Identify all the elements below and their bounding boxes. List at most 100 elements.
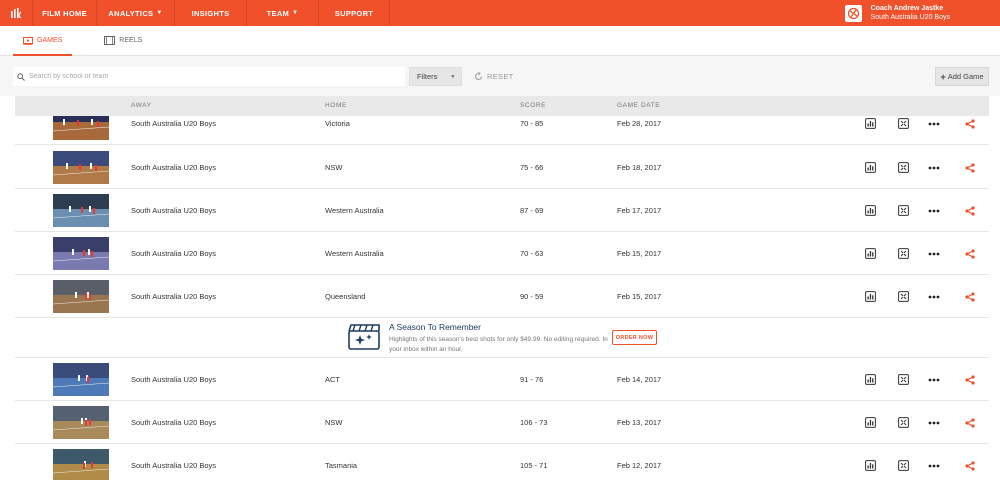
table-row[interactable]: South Australia U20 Boys Western Australi… xyxy=(15,232,989,275)
search-input[interactable] xyxy=(29,73,399,80)
table-row[interactable]: South Australia U20 Boys NSW 106 - 73 Feb 1… xyxy=(15,401,989,444)
tab-label: GAMES xyxy=(37,37,63,44)
film-icon[interactable] xyxy=(897,162,909,174)
stats-icon[interactable] xyxy=(864,162,876,174)
share-icon[interactable] xyxy=(964,460,976,472)
nav-support[interactable]: SUPPORT xyxy=(318,0,390,26)
reset-button[interactable]: RESET xyxy=(474,67,514,86)
stats-icon[interactable] xyxy=(864,374,876,386)
add-game-button[interactable]: + Add Game xyxy=(935,67,989,86)
table-row[interactable]: South Australia U20 Boys Tasmania 105 - 71… xyxy=(15,444,989,480)
game-score: 70 - 85 xyxy=(520,119,544,128)
games-table-body: South Australia U20 Boys Victoria 70 - 85 F… xyxy=(15,116,989,480)
game-thumbnail[interactable] xyxy=(53,116,109,140)
game-thumbnail[interactable] xyxy=(53,237,109,270)
chevron-down-icon: ▼ xyxy=(156,10,163,16)
film-icon[interactable] xyxy=(897,205,909,217)
stats-icon[interactable] xyxy=(864,291,876,303)
share-icon[interactable] xyxy=(964,118,976,130)
share-icon[interactable] xyxy=(964,205,976,217)
share-icon[interactable] xyxy=(964,162,976,174)
video-icon xyxy=(23,36,33,45)
more-icon[interactable] xyxy=(928,374,940,386)
home-team: Tasmania xyxy=(325,461,358,470)
more-icon[interactable] xyxy=(928,118,940,130)
game-thumbnail[interactable] xyxy=(53,406,109,439)
nav-analytics[interactable]: ANALYTICS ▼ xyxy=(96,0,174,26)
game-thumbnail[interactable] xyxy=(53,363,109,396)
game-thumbnail[interactable] xyxy=(53,449,109,480)
nav-label: INSIGHTS xyxy=(191,8,230,18)
chevron-down-icon: ▼ xyxy=(450,73,456,80)
reset-label: RESET xyxy=(487,72,514,81)
game-score: 87 - 69 xyxy=(520,206,544,215)
home-team: Victoria xyxy=(325,119,350,128)
game-date: Feb 12, 2017 xyxy=(617,461,662,470)
away-team: South Australia U20 Boys xyxy=(131,119,217,128)
header-score: SCORE xyxy=(520,102,547,109)
away-team: South Australia U20 Boys xyxy=(131,249,217,258)
table-row[interactable]: South Australia U20 Boys Western Australi… xyxy=(15,189,989,232)
home-team: Western Australia xyxy=(325,206,384,215)
more-icon[interactable] xyxy=(928,248,940,260)
film-icon[interactable] xyxy=(897,417,909,429)
film-icon[interactable] xyxy=(897,291,909,303)
add-game-label: Add Game xyxy=(947,72,984,81)
user-menu[interactable]: Coach Andrew Jastke South Australia U20 … xyxy=(844,0,1000,26)
toolbar: Filters ▼ RESET +Add Game xyxy=(0,56,1000,96)
film-icon[interactable] xyxy=(897,248,909,260)
more-icon[interactable] xyxy=(928,162,940,174)
stats-icon[interactable] xyxy=(864,460,876,472)
share-icon[interactable] xyxy=(964,374,976,386)
table-row[interactable]: South Australia U20 Boys Victoria 70 - 85 F… xyxy=(15,116,989,145)
film-icon[interactable] xyxy=(897,374,909,386)
more-icon[interactable] xyxy=(928,205,940,217)
game-score: 105 - 71 xyxy=(520,461,548,470)
team-logo-icon xyxy=(844,4,862,22)
stats-icon[interactable] xyxy=(864,205,876,217)
game-score: 91 - 76 xyxy=(520,375,544,384)
game-date: Feb 14, 2017 xyxy=(617,375,662,384)
header-game-date: GAME DATE xyxy=(617,102,661,109)
nav-team[interactable]: TEAM ▼ xyxy=(246,0,318,26)
stats-icon[interactable] xyxy=(864,417,876,429)
header-home: HOME xyxy=(325,102,347,109)
search-icon xyxy=(17,72,25,81)
game-thumbnail[interactable] xyxy=(53,280,109,313)
more-icon[interactable] xyxy=(928,460,940,472)
tab-games[interactable]: GAMES xyxy=(13,26,73,56)
promo-banner: A Season To Remember Highlights of this s… xyxy=(15,318,989,358)
share-icon[interactable] xyxy=(964,291,976,303)
game-thumbnail[interactable] xyxy=(53,151,109,184)
film-icon[interactable] xyxy=(897,118,909,130)
nav-label: SUPPORT xyxy=(334,8,374,18)
share-icon[interactable] xyxy=(964,417,976,429)
order-now-button[interactable]: ORDER NOW xyxy=(612,330,657,345)
table-row[interactable]: South Australia U20 Boys ACT 91 - 76 Feb 14… xyxy=(15,358,989,401)
game-date: Feb 18, 2017 xyxy=(617,163,662,172)
top-nav: FILM HOME ANALYTICS ▼ INSIGHTS TEAM ▼ SUPP… xyxy=(0,0,1000,26)
hudl-logo-icon[interactable] xyxy=(0,0,32,26)
game-thumbnail[interactable] xyxy=(53,194,109,227)
away-team: South Australia U20 Boys xyxy=(131,292,217,301)
library-tabs: GAMES REELS xyxy=(0,26,1000,56)
header-away: AWAY xyxy=(131,102,152,109)
share-icon[interactable] xyxy=(964,248,976,260)
away-team: South Australia U20 Boys xyxy=(131,206,217,215)
more-icon[interactable] xyxy=(928,417,940,429)
search-box xyxy=(13,67,405,86)
away-team: South Australia U20 Boys xyxy=(131,461,217,470)
tab-reels[interactable]: REELS xyxy=(104,26,142,55)
game-score: 75 - 66 xyxy=(520,163,544,172)
more-icon[interactable] xyxy=(928,291,940,303)
nav-film-home[interactable]: FILM HOME xyxy=(32,0,96,26)
nav-insights[interactable]: INSIGHTS xyxy=(174,0,246,26)
game-score: 106 - 73 xyxy=(520,418,548,427)
table-row[interactable]: South Australia U20 Boys NSW 75 - 66 Feb 18… xyxy=(15,146,989,189)
stats-icon[interactable] xyxy=(864,118,876,130)
table-row[interactable]: South Australia U20 Boys Queensland 90 - 5… xyxy=(15,275,989,318)
stats-icon[interactable] xyxy=(864,248,876,260)
filters-dropdown[interactable]: Filters ▼ xyxy=(409,67,462,86)
user-team: South Australia U20 Boys xyxy=(870,14,950,21)
film-icon[interactable] xyxy=(897,460,909,472)
